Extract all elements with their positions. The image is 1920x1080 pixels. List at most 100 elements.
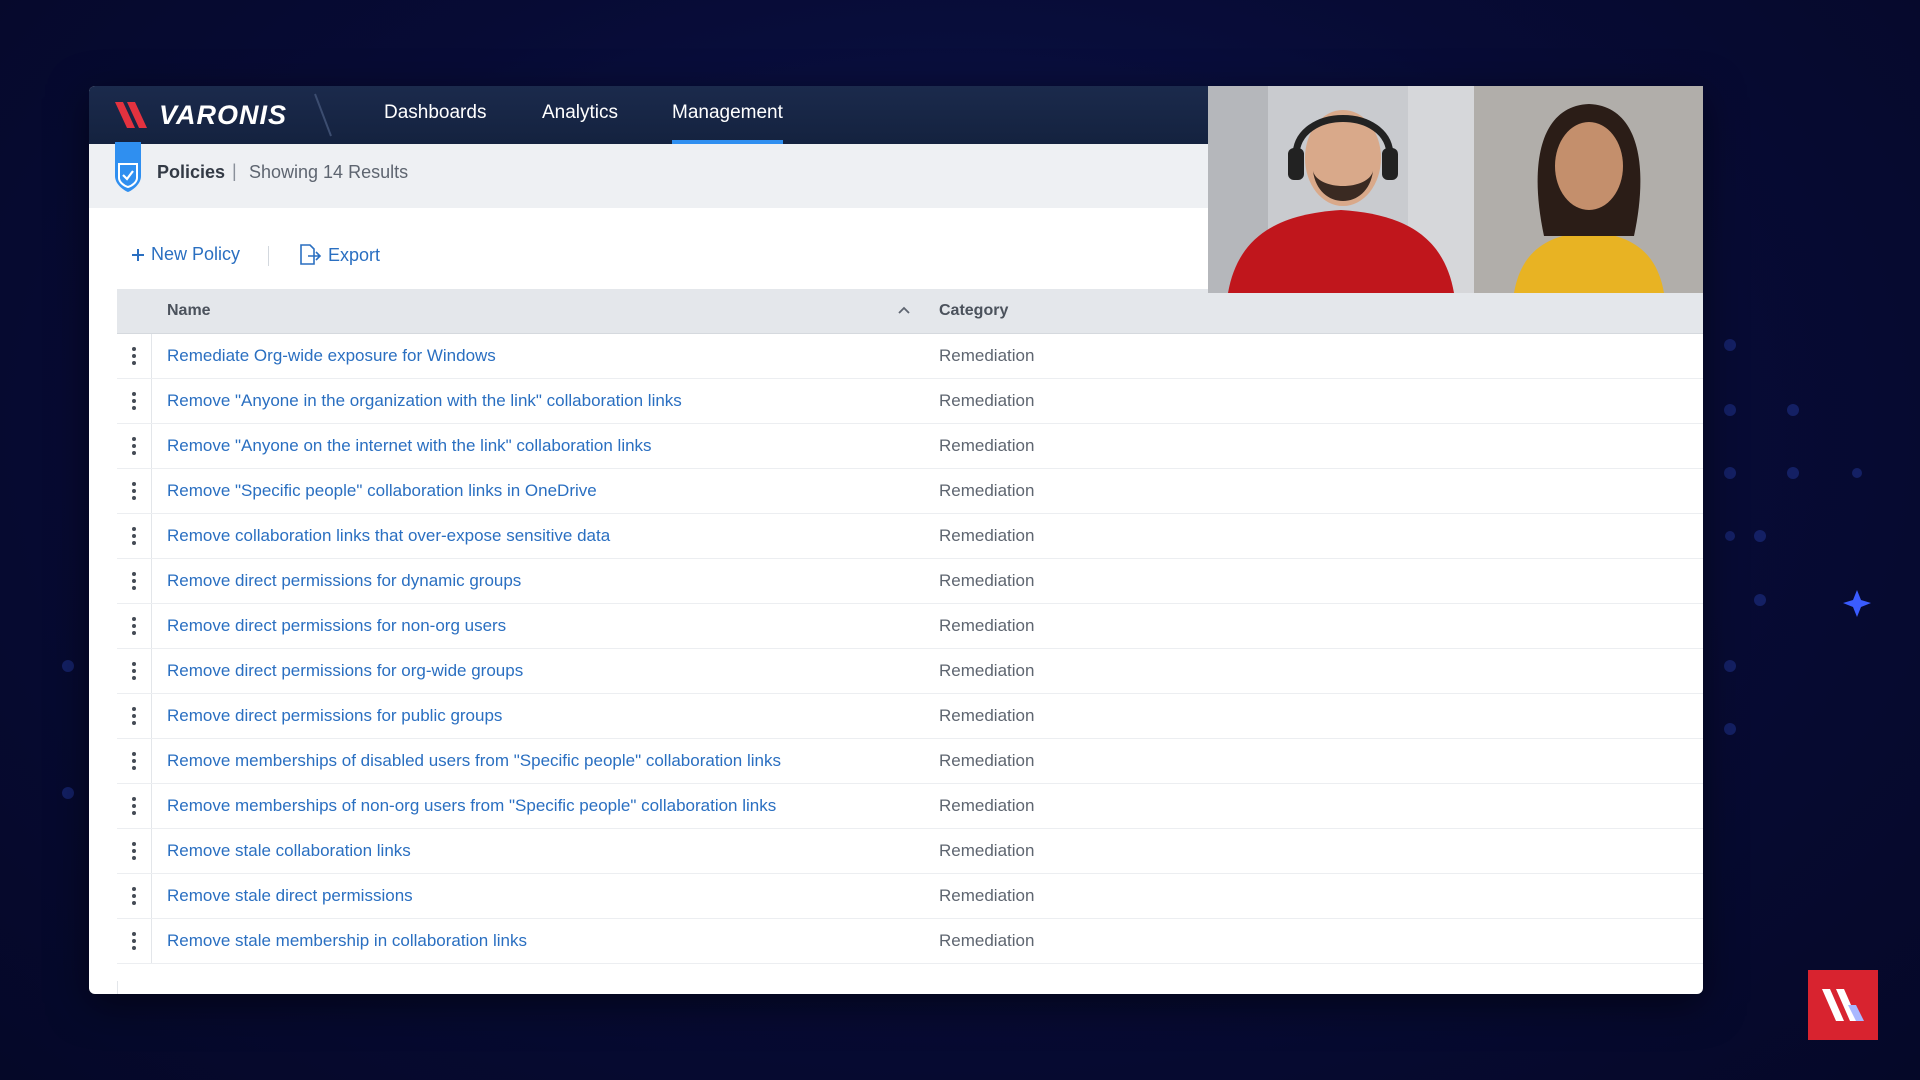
- varonis-logo-mark-icon: [115, 102, 147, 128]
- row-actions-menu[interactable]: [117, 784, 152, 828]
- participant-2-image: [1474, 86, 1703, 293]
- policy-name-link[interactable]: Remove "Anyone in the organization with …: [167, 391, 682, 411]
- policy-category: Remediation: [939, 751, 1035, 770]
- policy-category: Remediation: [939, 796, 1035, 815]
- policy-category: Remediation: [939, 526, 1035, 545]
- participant-video-2: [1474, 86, 1703, 293]
- policy-category: Remediation: [939, 481, 1035, 500]
- table-gutter-line: [117, 981, 118, 994]
- results-count: Showing 14 Results: [249, 162, 409, 182]
- sort-ascending-icon[interactable]: [897, 305, 911, 315]
- kebab-menu-icon: [132, 527, 136, 545]
- table-row: Remove "Specific people" collaboration l…: [117, 469, 1703, 514]
- table-row: Remove stale collaboration links Remediat…: [117, 829, 1703, 874]
- row-actions-menu[interactable]: [117, 424, 152, 468]
- policy-name-link[interactable]: Remove stale direct permissions: [167, 886, 413, 906]
- policy-category: Remediation: [939, 616, 1035, 635]
- kebab-menu-icon: [132, 707, 136, 725]
- brand-name: VARONIS: [159, 99, 288, 130]
- table-row: Remove direct permissions for non-org us…: [117, 604, 1703, 649]
- table-row: Remove direct permissions for dynamic gr…: [117, 559, 1703, 604]
- policy-name-link[interactable]: Remove stale membership in collaboration…: [167, 931, 527, 951]
- kebab-menu-icon: [132, 932, 136, 950]
- nav-divider-slash: [314, 93, 332, 137]
- policy-name-link[interactable]: Remove stale collaboration links: [167, 841, 411, 861]
- new-policy-label: New Policy: [151, 244, 241, 264]
- kebab-menu-icon: [132, 617, 136, 635]
- toolbar-divider: [268, 246, 269, 266]
- title-separator: |: [232, 161, 237, 181]
- row-actions-menu[interactable]: [117, 559, 152, 603]
- new-policy-button[interactable]: New Policy: [131, 244, 240, 265]
- policy-name-link[interactable]: Remove "Specific people" collaboration l…: [167, 481, 597, 501]
- column-header-category[interactable]: Category: [939, 302, 1008, 320]
- row-actions-menu[interactable]: [117, 604, 152, 648]
- kebab-menu-icon: [132, 482, 136, 500]
- policy-category: Remediation: [939, 346, 1035, 365]
- export-label: Export: [328, 244, 381, 265]
- kebab-menu-icon: [132, 752, 136, 770]
- policy-category: Remediation: [939, 931, 1035, 950]
- export-icon: [300, 244, 322, 265]
- row-actions-menu[interactable]: [117, 874, 152, 918]
- table-row: Remove "Anyone on the internet with the …: [117, 424, 1703, 469]
- table-row: Remove direct permissions for org-wide g…: [117, 649, 1703, 694]
- table-row: Remove stale direct permissions Remediati…: [117, 874, 1703, 919]
- table-body: Remediate Org-wide exposure for Windows R…: [117, 334, 1703, 964]
- policies-table: Name Category Remediate Org-wide exposur…: [117, 289, 1703, 964]
- nav-tab-analytics[interactable]: Analytics: [542, 86, 618, 144]
- kebab-menu-icon: [132, 437, 136, 455]
- policy-name-link[interactable]: Remove "Anyone on the internet with the …: [167, 436, 652, 456]
- policy-name-link[interactable]: Remove direct permissions for dynamic gr…: [167, 571, 521, 591]
- table-row: Remove "Anyone in the organization with …: [117, 379, 1703, 424]
- kebab-menu-icon: [132, 347, 136, 365]
- page-title: Policies: [157, 162, 226, 182]
- table-row: Remove memberships of non-org users from…: [117, 784, 1703, 829]
- policy-name-link[interactable]: Remove memberships of disabled users fro…: [167, 751, 781, 771]
- kebab-menu-icon: [132, 572, 136, 590]
- table-row: Remove memberships of disabled users fro…: [117, 739, 1703, 784]
- kebab-menu-icon: [132, 797, 136, 815]
- nav-tab-management[interactable]: Management: [672, 86, 783, 144]
- policy-name-link[interactable]: Remove direct permissions for public gro…: [167, 706, 502, 726]
- policy-category: Remediation: [939, 391, 1035, 410]
- kebab-menu-icon: [132, 842, 136, 860]
- policy-name-link[interactable]: Remove memberships of non-org users from…: [167, 796, 776, 816]
- policy-category: Remediation: [939, 661, 1035, 680]
- kebab-menu-icon: [132, 887, 136, 905]
- policy-name-link[interactable]: Remove collaboration links that over-exp…: [167, 526, 610, 546]
- policy-name-link[interactable]: Remove direct permissions for org-wide g…: [167, 661, 523, 681]
- row-actions-menu[interactable]: [117, 379, 152, 423]
- table-row: Remove direct permissions for public gro…: [117, 694, 1703, 739]
- shield-check-icon: [115, 142, 141, 192]
- export-button[interactable]: Export: [298, 244, 380, 266]
- row-actions-menu[interactable]: [117, 739, 152, 783]
- row-actions-menu[interactable]: [117, 694, 152, 738]
- participant-video-1: [1208, 86, 1474, 293]
- table-row: Remediate Org-wide exposure for Windows R…: [117, 334, 1703, 379]
- table-header: Name Category: [117, 289, 1703, 334]
- policy-category: Remediation: [939, 706, 1035, 725]
- row-actions-menu[interactable]: [117, 649, 152, 693]
- participant-1-image: [1208, 86, 1474, 293]
- row-actions-menu[interactable]: [117, 919, 152, 963]
- varonis-logo[interactable]: VARONIS: [113, 96, 287, 134]
- row-actions-menu[interactable]: [117, 829, 152, 873]
- policy-category: Remediation: [939, 571, 1035, 590]
- policy-category: Remediation: [939, 841, 1035, 860]
- video-call-overlay: [1208, 86, 1703, 293]
- varonis-corner-logo: [1808, 970, 1878, 1040]
- policy-name-link[interactable]: Remediate Org-wide exposure for Windows: [167, 346, 496, 366]
- kebab-menu-icon: [132, 392, 136, 410]
- policy-category: Remediation: [939, 436, 1035, 455]
- varonis-mark-icon: [1822, 989, 1864, 1021]
- plus-icon: [132, 248, 144, 261]
- row-actions-menu[interactable]: [117, 469, 152, 513]
- row-actions-menu[interactable]: [117, 514, 152, 558]
- column-header-name[interactable]: Name: [167, 302, 211, 320]
- nav-tab-dashboards[interactable]: Dashboards: [384, 86, 486, 144]
- table-row: Remove stale membership in collaboration…: [117, 919, 1703, 964]
- policy-name-link[interactable]: Remove direct permissions for non-org us…: [167, 616, 506, 636]
- policy-category: Remediation: [939, 886, 1035, 905]
- row-actions-menu[interactable]: [117, 334, 152, 378]
